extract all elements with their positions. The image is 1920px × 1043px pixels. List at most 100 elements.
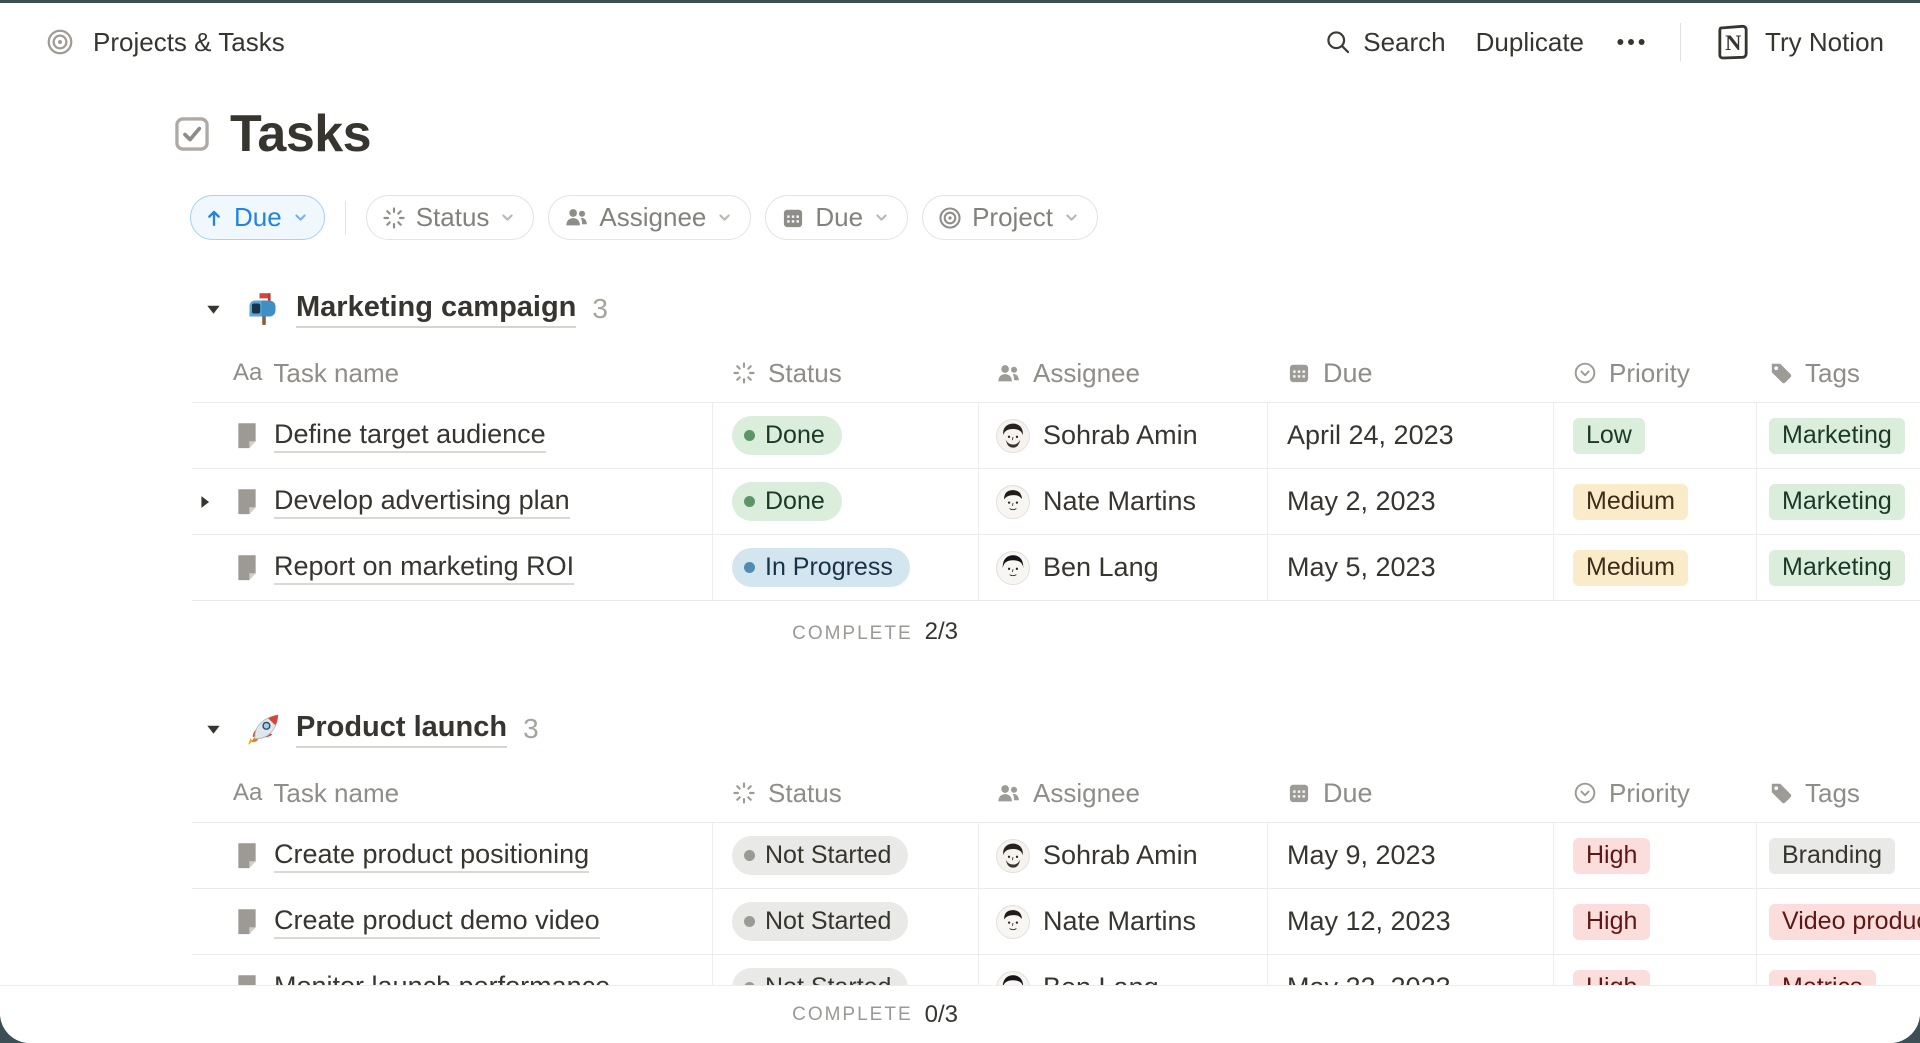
filter-chip-assignee[interactable]: Assignee	[548, 195, 751, 240]
assignee-cell[interactable]: Nate Martins	[978, 889, 1267, 954]
assignee-cell[interactable]: Ben Lang	[978, 535, 1267, 600]
collapse-triangle-icon[interactable]	[204, 720, 224, 739]
task-name-link[interactable]: Report on marketing ROI	[274, 551, 574, 585]
table-row[interactable]: Create product demo video Not Started Na…	[192, 888, 1920, 954]
collapse-triangle-icon[interactable]	[204, 300, 224, 319]
tag-pill[interactable]: Video production	[1769, 904, 1920, 940]
assignee-cell[interactable]: Nate Martins	[978, 469, 1267, 534]
status-pill[interactable]: Not Started	[732, 902, 908, 941]
complete-value: 0/3	[925, 1001, 958, 1029]
avatar-ben-lang	[996, 551, 1030, 585]
task-name-link[interactable]: Create product positioning	[274, 839, 589, 873]
group-header-product-launch: Product launch 3	[204, 708, 1920, 750]
column-header-label: Priority	[1609, 358, 1690, 389]
priority-tag[interactable]: High	[1573, 904, 1650, 940]
bullseye-page-icon	[45, 27, 75, 57]
text-property-icon: Aa	[233, 779, 262, 807]
filter-chip-status[interactable]: Status	[366, 195, 535, 240]
assignee-name: Nate Martins	[1043, 906, 1196, 937]
status-pill[interactable]: In Progress	[732, 548, 910, 587]
tag-pill[interactable]: Marketing	[1769, 418, 1905, 454]
status-pill[interactable]: Done	[732, 416, 842, 455]
assignee-cell[interactable]: Sohrab Amin	[978, 823, 1267, 888]
task-name-link[interactable]: Develop advertising plan	[274, 485, 570, 519]
people-icon	[563, 204, 590, 231]
due-date-cell[interactable]: May 9, 2023	[1267, 823, 1553, 888]
complete-label: COMPLETE	[792, 1004, 913, 1026]
column-header-task-name[interactable]: Aa Task name	[192, 358, 712, 389]
duplicate-button[interactable]: Duplicate	[1476, 27, 1584, 58]
try-notion-button[interactable]: N Try Notion	[1713, 22, 1884, 62]
notion-logo-icon: N	[1713, 22, 1753, 62]
priority-tag[interactable]: Medium	[1573, 484, 1688, 520]
assignee-name: Nate Martins	[1043, 486, 1196, 517]
sort-chip-due[interactable]: Due	[190, 195, 325, 240]
tag-pill[interactable]: Branding	[1769, 838, 1895, 874]
column-header-assignee[interactable]: Assignee	[978, 764, 1267, 822]
page-icon	[233, 421, 261, 451]
complete-calculation[interactable]: COMPLETE 0/3	[712, 986, 978, 1043]
column-header-assignee[interactable]: Assignee	[978, 344, 1267, 402]
column-header-tags[interactable]: Tags	[1756, 344, 1920, 402]
more-menu-button[interactable]	[1614, 25, 1648, 59]
column-header-status[interactable]: Status	[712, 764, 978, 822]
column-header-label: Assignee	[1033, 778, 1140, 809]
priority-tag[interactable]: Low	[1573, 418, 1645, 454]
page-title-row: Tasks	[171, 103, 1920, 165]
due-date-cell[interactable]: May 2, 2023	[1267, 469, 1553, 534]
column-header-label: Task name	[273, 778, 399, 809]
complete-value: 2/3	[925, 618, 958, 646]
column-header-task-name[interactable]: Aa Task name	[192, 778, 712, 809]
assignee-cell[interactable]: Sohrab Amin	[978, 403, 1267, 468]
bullseye-icon	[937, 205, 963, 231]
column-header-due[interactable]: Due	[1267, 344, 1553, 402]
task-name-link[interactable]: Define target audience	[274, 419, 546, 453]
column-header-tags[interactable]: Tags	[1756, 764, 1920, 822]
page-icon	[233, 907, 261, 937]
calendar-icon	[1286, 780, 1312, 806]
search-icon	[1324, 28, 1352, 56]
column-header-priority[interactable]: Priority	[1553, 344, 1756, 402]
column-header-label: Assignee	[1033, 358, 1140, 389]
task-name-link[interactable]: Create product demo video	[274, 905, 600, 939]
tag-icon	[1768, 360, 1794, 386]
table-row[interactable]: Report on marketing ROI In Progress Ben …	[192, 534, 1920, 600]
tag-pill[interactable]: Marketing	[1769, 484, 1905, 520]
group-title[interactable]: Product launch	[296, 711, 507, 748]
column-header-status[interactable]: Status	[712, 344, 978, 402]
column-header-label: Status	[768, 778, 842, 809]
search-button[interactable]: Search	[1324, 27, 1445, 58]
table-row[interactable]: Define target audience Done Sohrab Amin …	[192, 402, 1920, 468]
column-header-priority[interactable]: Priority	[1553, 764, 1756, 822]
column-header-due[interactable]: Due	[1267, 764, 1553, 822]
group-title[interactable]: Marketing campaign	[296, 291, 576, 328]
due-date-cell[interactable]: May 12, 2023	[1267, 889, 1553, 954]
chevron-down-icon	[498, 208, 517, 227]
column-header-label: Due	[1323, 778, 1373, 809]
filter-chip-project[interactable]: Project	[922, 195, 1098, 240]
checkbox-page-icon[interactable]	[171, 113, 213, 155]
tag-pill[interactable]: Marketing	[1769, 550, 1905, 586]
top-bar: Projects & Tasks Search Duplicate	[0, 3, 1920, 81]
table-row[interactable]: Create product positioning Not Started S…	[192, 822, 1920, 888]
circle-chevron-down-icon	[1572, 360, 1598, 386]
due-date-cell[interactable]: May 5, 2023	[1267, 535, 1553, 600]
due-date: May 12, 2023	[1287, 906, 1451, 937]
topbar-divider	[1680, 23, 1681, 61]
priority-tag[interactable]: Medium	[1573, 550, 1688, 586]
chevron-down-icon	[872, 208, 891, 227]
avatar-sohrab-amin	[996, 839, 1030, 873]
table-row[interactable]: Develop advertising plan Done Nate Marti…	[192, 468, 1920, 534]
column-header-label: Due	[1323, 358, 1373, 389]
group-header-marketing-campaign: Marketing campaign 3	[204, 288, 1920, 330]
expand-subitems-icon[interactable]	[196, 493, 214, 511]
complete-calculation[interactable]: COMPLETE 2/3	[712, 618, 978, 646]
calendar-icon	[1286, 360, 1312, 386]
status-pill[interactable]: Done	[732, 482, 842, 521]
filter-chip-due[interactable]: Due	[765, 195, 908, 240]
status-pill[interactable]: Not Started	[732, 836, 908, 875]
due-date-cell[interactable]: April 24, 2023	[1267, 403, 1553, 468]
priority-tag[interactable]: High	[1573, 838, 1650, 874]
notion-page: Projects & Tasks Search Duplicate	[0, 3, 1920, 1043]
breadcrumb[interactable]: Projects & Tasks	[45, 27, 285, 58]
